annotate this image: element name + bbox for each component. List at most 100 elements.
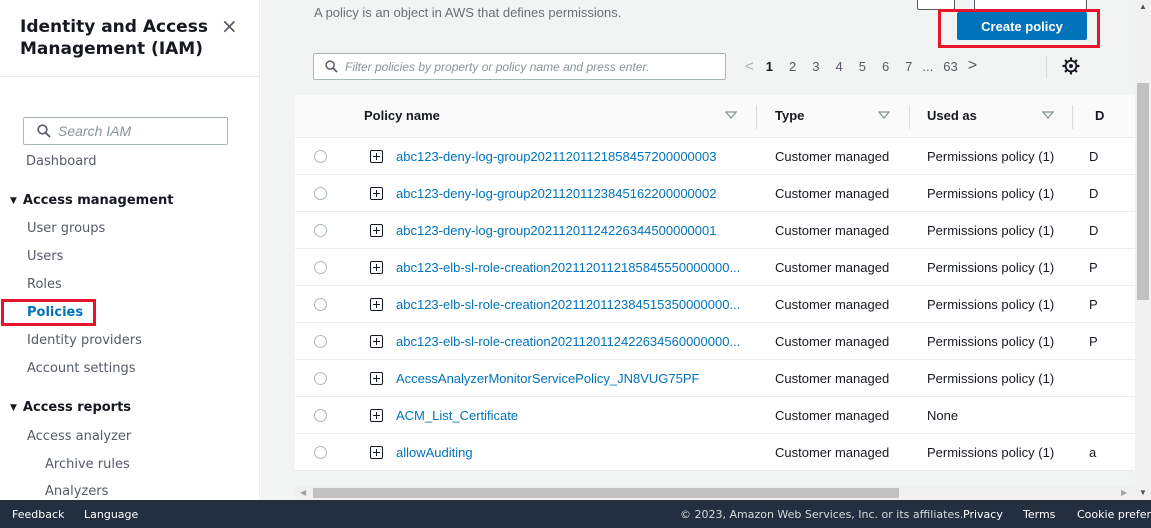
policy-name-link[interactable]: abc123-deny-log-group2021120112185845720… <box>396 149 716 164</box>
sidebar-item-users[interactable]: Users <box>27 248 63 266</box>
search-placeholder: Search IAM <box>58 123 132 139</box>
horizontal-scrollbar[interactable]: ◀ ▶ <box>295 486 1135 500</box>
highlight-box-create-policy <box>938 9 1100 48</box>
policy-description: D <box>1089 186 1099 201</box>
page-1[interactable]: 1 <box>766 59 773 74</box>
scroll-left-icon[interactable]: ◀ <box>300 488 306 497</box>
table-row[interactable]: abc123-deny-log-group2021120112384516220… <box>295 175 1135 212</box>
policy-name-link[interactable]: abc123-elb-sl-role-creation2021120112422… <box>396 334 740 349</box>
sidebar-item-user-groups[interactable]: User groups <box>27 220 105 238</box>
policy-used-as: Permissions policy (1) <box>927 334 1055 349</box>
table-row[interactable]: abc123-deny-log-group2021120112185845720… <box>295 138 1135 175</box>
policy-name-link[interactable]: abc123-elb-sl-role-creation2021120112384… <box>396 297 740 312</box>
chevron-right-icon[interactable]: > <box>968 57 977 75</box>
table-row[interactable]: abc123-elb-sl-role-creation2021120112422… <box>295 323 1135 360</box>
expand-icon[interactable] <box>370 261 383 274</box>
row-radio[interactable] <box>314 150 327 163</box>
page-3[interactable]: 3 <box>812 59 819 74</box>
scroll-down-icon[interactable]: ▼ <box>1139 488 1147 497</box>
policy-description: P <box>1089 260 1098 275</box>
policy-type: Customer managed <box>775 297 890 312</box>
policy-type: Customer managed <box>775 149 890 164</box>
table-row[interactable]: AccessAnalyzerMonitorServicePolicy_JN8VU… <box>295 360 1135 397</box>
privacy-link[interactable]: Privacy <box>963 508 1003 521</box>
table-row[interactable]: allowAuditing Customer managed Permissio… <box>295 434 1135 471</box>
expand-icon[interactable] <box>370 372 383 385</box>
table-row[interactable]: abc123-deny-log-group2021120112422634450… <box>295 212 1135 249</box>
row-radio[interactable] <box>314 298 327 311</box>
page-2[interactable]: 2 <box>789 59 796 74</box>
expand-icon[interactable] <box>370 335 383 348</box>
cookie-preferences-link[interactable]: Cookie prefere <box>1077 508 1151 521</box>
column-divider <box>756 105 757 129</box>
sidebar-item-account-settings[interactable]: Account settings <box>27 360 135 378</box>
page-ellipsis: ... <box>922 58 934 74</box>
policy-used-as: Permissions policy (1) <box>927 223 1055 238</box>
sidebar-section-access-reports[interactable]: ▼ Access reports <box>10 399 131 417</box>
policy-name-link[interactable]: abc123-elb-sl-role-creation2021120112185… <box>396 260 740 275</box>
table-row[interactable]: abc123-elb-sl-role-creation2021120112185… <box>295 249 1135 286</box>
policy-used-as: Permissions policy (1) <box>927 445 1055 460</box>
scroll-up-icon[interactable]: ▲ <box>1139 2 1147 11</box>
policy-type: Customer managed <box>775 260 890 275</box>
feedback-link[interactable]: Feedback <box>12 508 64 521</box>
column-header-used-as[interactable]: Used as <box>927 108 977 123</box>
language-link[interactable]: Language <box>84 508 138 521</box>
vertical-scrollbar[interactable]: ▲ ▼ <box>1135 0 1151 500</box>
sidebar-item-roles[interactable]: Roles <box>27 276 62 294</box>
policy-name-link[interactable]: allowAuditing <box>396 445 473 460</box>
sidebar-item-access-analyzer[interactable]: Access analyzer <box>27 428 131 446</box>
policy-name-link[interactable]: ACM_List_Certificate <box>396 408 518 423</box>
column-header-type[interactable]: Type <box>775 108 804 123</box>
policy-used-as: Permissions policy (1) <box>927 371 1055 386</box>
filter-placeholder: Filter policies by property or policy na… <box>345 59 650 74</box>
sidebar-item-dashboard[interactable]: Dashboard <box>26 153 97 171</box>
expand-icon[interactable] <box>370 409 383 422</box>
row-radio[interactable] <box>314 224 327 237</box>
horizontal-scrollbar-thumb[interactable] <box>313 488 899 498</box>
expand-icon[interactable] <box>370 224 383 237</box>
row-radio[interactable] <box>314 372 327 385</box>
column-header-policy-name[interactable]: Policy name <box>364 108 440 123</box>
gear-icon[interactable] <box>1062 57 1080 75</box>
sidebar-item-archive-rules[interactable]: Archive rules <box>45 456 130 474</box>
close-icon[interactable]: × <box>221 14 238 38</box>
policy-used-as: Permissions policy (1) <box>927 186 1055 201</box>
sidebar-item-analyzers[interactable]: Analyzers <box>45 483 108 500</box>
footer: Feedback Language © 2023, Amazon Web Ser… <box>0 500 1151 528</box>
row-radio[interactable] <box>314 409 327 422</box>
policy-name-link[interactable]: abc123-deny-log-group2021120112422634450… <box>396 223 716 238</box>
expand-icon[interactable] <box>370 187 383 200</box>
expand-icon[interactable] <box>370 150 383 163</box>
vertical-scrollbar-thumb[interactable] <box>1137 83 1149 300</box>
sort-down-icon[interactable] <box>878 110 890 120</box>
sidebar-section-access-management[interactable]: ▼ Access management <box>10 192 174 210</box>
page-7[interactable]: 7 <box>905 59 912 74</box>
row-radio[interactable] <box>314 261 327 274</box>
sort-down-icon[interactable] <box>1042 110 1054 120</box>
terms-link[interactable]: Terms <box>1023 508 1055 521</box>
page-6[interactable]: 6 <box>882 59 889 74</box>
filter-input[interactable]: Filter policies by property or policy na… <box>313 53 726 80</box>
policy-name-link[interactable]: AccessAnalyzerMonitorServicePolicy_JN8VU… <box>396 371 699 386</box>
table-row[interactable]: ACM_List_Certificate Customer managed No… <box>295 397 1135 434</box>
expand-icon[interactable] <box>370 446 383 459</box>
column-header-description[interactable]: D <box>1095 108 1104 123</box>
page-4[interactable]: 4 <box>835 59 842 74</box>
row-radio[interactable] <box>314 187 327 200</box>
search-input[interactable]: Search IAM <box>23 117 228 145</box>
chevron-left-icon[interactable]: < <box>745 58 754 75</box>
page-5[interactable]: 5 <box>859 59 866 74</box>
sidebar-item-identity-providers[interactable]: Identity providers <box>27 332 142 350</box>
policy-type: Customer managed <box>775 334 890 349</box>
expand-icon[interactable] <box>370 298 383 311</box>
sort-down-icon[interactable] <box>725 110 737 120</box>
table-row[interactable]: abc123-elb-sl-role-creation2021120112384… <box>295 286 1135 323</box>
sidebar-section-label: Access management <box>22 193 174 208</box>
policy-name-link[interactable]: abc123-deny-log-group2021120112384516220… <box>396 186 716 201</box>
scroll-right-icon[interactable]: ▶ <box>1121 488 1127 497</box>
row-radio[interactable] <box>314 446 327 459</box>
policy-type: Customer managed <box>775 186 890 201</box>
row-radio[interactable] <box>314 335 327 348</box>
page-63[interactable]: 63 <box>943 59 957 74</box>
